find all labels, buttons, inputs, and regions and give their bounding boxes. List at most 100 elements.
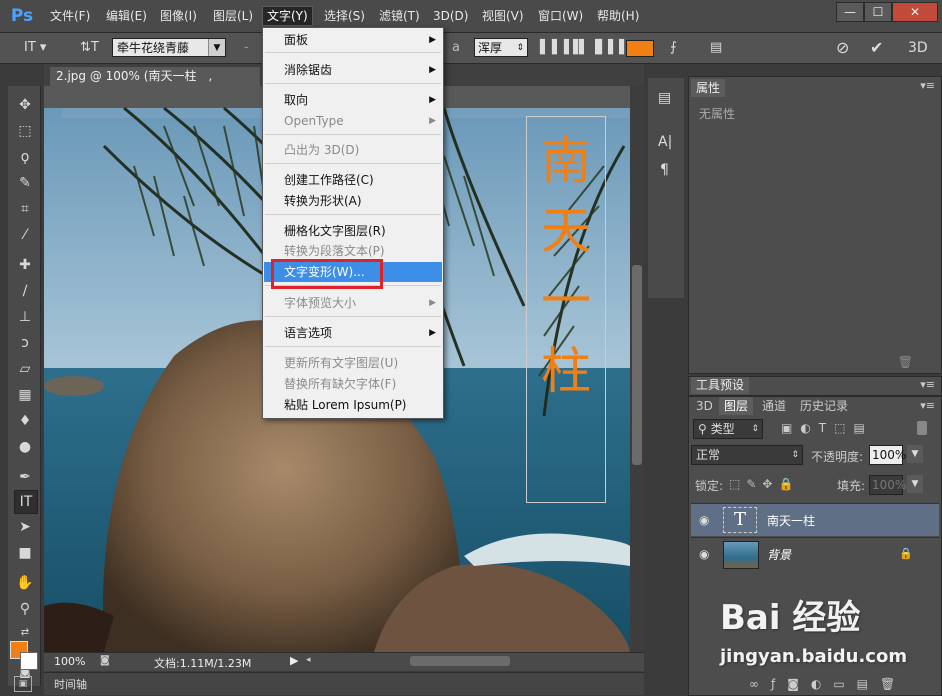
menu-filter[interactable]: 滤镜(T) xyxy=(375,7,424,25)
healing-brush-tool-icon[interactable]: ✚ xyxy=(14,254,36,276)
marquee-tool-icon[interactable]: ⬚ xyxy=(14,120,36,142)
move-tool-icon[interactable]: ✥ xyxy=(14,94,36,116)
lasso-tool-icon[interactable]: ϙ xyxy=(14,146,36,168)
options-bar: ⅠT ▾ ⇅T 牵牛花绕青藤 ▼ - a 浑厚 ⇕ ▌▌▌ ▐▌▐ ▐▐▐ ⨍ … xyxy=(0,33,942,64)
zoom-level[interactable]: 100% xyxy=(54,655,85,668)
visibility-eye-icon[interactable]: ◉ xyxy=(699,513,713,527)
scroll-left-icon[interactable]: ◂ xyxy=(306,655,311,665)
path-select-tool-icon[interactable]: ➤ xyxy=(14,516,36,538)
document-tab[interactable]: 2.jpg @ 100% (南天一柱 , RGB/8#) * xyxy=(50,67,260,102)
layer-filter-icons[interactable]: ▣◐T⬚▤ xyxy=(781,421,873,435)
type-tool-preset-icon[interactable]: ⅠT ▾ xyxy=(24,39,46,57)
menu-item-extrude-3d[interactable]: 凸出为 3D(D) xyxy=(264,140,442,160)
menu-edit[interactable]: 编辑(E) xyxy=(102,7,151,25)
panel-menu-icon[interactable]: ▾≡ xyxy=(920,378,935,391)
visibility-eye-icon[interactable]: ◉ xyxy=(699,547,713,561)
minimize-button[interactable]: — xyxy=(836,2,864,22)
character-panel-icon[interactable]: A| xyxy=(658,134,672,150)
menu-3d[interactable]: 3D(D) xyxy=(429,7,472,25)
text-color-swatch[interactable] xyxy=(626,40,654,57)
warp-text-icon[interactable]: ⨍ xyxy=(670,39,677,57)
layer-row-text[interactable]: ◉ T 南天一柱 xyxy=(691,503,939,536)
fill-dropdown-icon[interactable]: ▼ xyxy=(907,475,923,493)
menu-item-convert-to-shape[interactable]: 转换为形状(A) xyxy=(264,191,442,211)
toggle-orientation-icon[interactable]: ⇅T xyxy=(80,39,99,57)
properties-tab[interactable]: 属性 xyxy=(691,79,726,97)
menu-item-opentype[interactable]: OpenType ▶ xyxy=(264,111,442,131)
horizontal-scroll-thumb[interactable] xyxy=(410,656,510,666)
quick-select-tool-icon[interactable]: ✎ xyxy=(14,172,36,194)
dodge-tool-icon[interactable]: ● xyxy=(14,436,36,458)
pen-tool-icon[interactable]: ✒ xyxy=(14,466,36,488)
menu-help[interactable]: 帮助(H) xyxy=(593,7,643,25)
opacity-dropdown-icon[interactable]: ▼ xyxy=(907,445,923,463)
blend-mode-select[interactable]: 正常 ⇕ xyxy=(691,445,803,465)
background-color-swatch[interactable] xyxy=(20,652,38,670)
menu-item-panel[interactable]: 面板 ▶ xyxy=(264,30,442,50)
panel-menu-icon[interactable]: ▾≡ xyxy=(920,79,935,92)
menu-type[interactable]: 文字(Y) xyxy=(262,6,313,26)
tool-presets-tab[interactable]: 工具预设 xyxy=(691,377,750,394)
opacity-input[interactable]: 100% xyxy=(869,445,906,465)
rectangle-tool-icon[interactable]: ■ xyxy=(14,542,36,564)
menu-item-language-options[interactable]: 语言选项 ▶ xyxy=(264,323,442,343)
layer-row-background[interactable]: ◉ 背景 🔒 xyxy=(691,537,939,570)
tab-channels[interactable]: 通道 xyxy=(757,397,791,415)
vertical-scroll-thumb[interactable] xyxy=(632,265,642,465)
menu-view[interactable]: 视图(V) xyxy=(478,7,528,25)
maximize-button[interactable]: ☐ xyxy=(864,2,892,22)
font-style-select[interactable]: - xyxy=(244,39,249,57)
clone-stamp-tool-icon[interactable]: ⊥ xyxy=(14,306,36,328)
menu-item-antialias[interactable]: 消除锯齿 ▶ xyxy=(264,60,442,80)
align-right-icon[interactable]: ▐▐▐ xyxy=(592,39,625,57)
eyedropper-tool-icon[interactable]: ⁄ xyxy=(14,224,36,246)
tab-history[interactable]: 历史记录 xyxy=(795,397,853,415)
font-family-select[interactable]: 牵牛花绕青藤 ▼ xyxy=(112,38,226,57)
blur-tool-icon[interactable]: ♦ xyxy=(14,410,36,432)
menu-item-orientation[interactable]: 取向 ▶ xyxy=(264,90,442,110)
canvas-char-4: 柱 xyxy=(541,342,591,400)
eraser-tool-icon[interactable]: ▱ xyxy=(14,358,36,380)
commit-check-icon[interactable]: ✔ xyxy=(870,39,883,57)
gradient-tool-icon[interactable]: ▦ xyxy=(14,384,36,406)
canvas-text-layer[interactable]: 南 天 一 柱 xyxy=(536,126,596,406)
menu-item-convert-paragraph[interactable]: 转换为段落文本(P) xyxy=(264,241,442,261)
menu-item-paste-lorem-ipsum[interactable]: 粘贴 Lorem Ipsum(P) xyxy=(264,395,442,415)
crop-tool-icon[interactable]: ⌗ xyxy=(14,198,36,220)
tab-layers[interactable]: 图层 xyxy=(719,397,754,415)
history-panel-icon[interactable]: ▤ xyxy=(658,90,671,106)
type-tool-icon[interactable]: ⅠT xyxy=(14,490,38,514)
menu-separator xyxy=(265,134,441,135)
layer-filter-select[interactable]: ⚲ 类型 ⇕ xyxy=(693,419,763,439)
hand-tool-icon[interactable]: ✋ xyxy=(14,572,36,594)
zoom-tool-icon[interactable]: ⚲ xyxy=(14,598,36,620)
menu-item-font-preview-size[interactable]: 字体预览大小 ▶ xyxy=(264,293,442,313)
menu-item-rasterize[interactable]: 栅格化文字图层(R) xyxy=(264,221,442,241)
screen-mode-icon[interactable]: ▣ xyxy=(14,676,32,692)
menu-image[interactable]: 图像(I) xyxy=(156,7,201,25)
menu-select[interactable]: 选择(S) xyxy=(320,7,369,25)
character-panel-icon[interactable]: ▤ xyxy=(710,39,722,57)
close-button[interactable]: ✕ xyxy=(892,2,938,22)
cancel-icon[interactable]: ⊘ xyxy=(836,39,849,57)
tab-3d[interactable]: 3D xyxy=(691,397,718,415)
menu-item-create-work-path[interactable]: 创建工作路径(C) xyxy=(264,170,442,190)
history-brush-tool-icon[interactable]: ↄ xyxy=(14,332,36,354)
paragraph-panel-icon[interactable]: ¶ xyxy=(660,162,669,178)
menu-separator xyxy=(265,83,441,84)
brush-tool-icon[interactable]: ∕ xyxy=(14,280,36,302)
panel-menu-icon[interactable]: ▾≡ xyxy=(920,399,935,412)
menu-file[interactable]: 文件(F) xyxy=(46,7,94,25)
trash-icon[interactable]: 🗑 xyxy=(898,355,913,369)
filter-toggle[interactable] xyxy=(917,421,927,435)
fill-input[interactable]: 100% xyxy=(869,475,906,495)
menu-layer[interactable]: 图层(L) xyxy=(209,7,257,25)
menu-item-update-text-layers[interactable]: 更新所有文字图层(U) xyxy=(264,353,442,373)
status-menu-arrow-icon[interactable]: ▶ xyxy=(290,654,298,667)
3d-mode-button[interactable]: 3D xyxy=(908,39,928,57)
antialias-select[interactable]: 浑厚 ⇕ xyxy=(474,38,528,57)
timeline-label[interactable]: 时间轴 xyxy=(54,676,87,692)
lock-icons[interactable]: ⬚✎✥🔒 xyxy=(729,477,799,491)
menu-item-replace-missing-fonts[interactable]: 替换所有缺欠字体(F) xyxy=(264,374,442,394)
menu-window[interactable]: 窗口(W) xyxy=(534,7,587,25)
